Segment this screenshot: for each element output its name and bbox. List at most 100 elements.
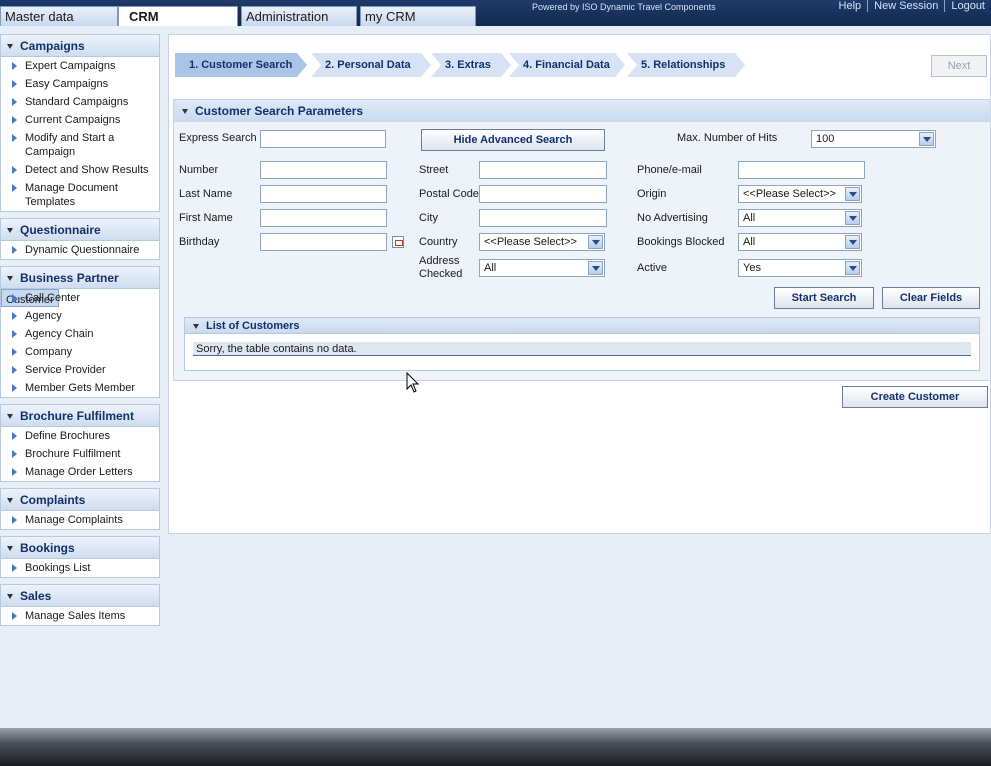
wizard-step-customer-search[interactable]: 1. Customer Search bbox=[175, 53, 307, 77]
arrow-right-icon bbox=[12, 294, 17, 302]
chevron-down-icon bbox=[845, 261, 860, 275]
customer-list-header[interactable]: List of Customers bbox=[185, 318, 979, 334]
birthday-input[interactable] bbox=[260, 233, 387, 251]
hide-advanced-search-button[interactable]: Hide Advanced Search bbox=[421, 129, 605, 151]
panel-header[interactable]: Customer Search Parameters bbox=[174, 100, 990, 122]
customer-search-panel: Customer Search Parameters Express Searc… bbox=[173, 99, 991, 381]
next-button[interactable]: Next bbox=[931, 55, 987, 77]
arrow-right-icon bbox=[12, 134, 17, 142]
collapse-arrow-icon bbox=[193, 323, 199, 329]
origin-label: Origin bbox=[637, 188, 667, 200]
sidebar-section-header[interactable]: Questionnaire bbox=[1, 219, 159, 241]
sidebar-item-define-brochures[interactable]: Define Brochures bbox=[1, 427, 159, 445]
first-name-input[interactable] bbox=[260, 209, 387, 227]
active-select[interactable]: Yes bbox=[738, 259, 862, 277]
chevron-down-icon bbox=[845, 187, 860, 201]
street-input[interactable] bbox=[479, 161, 607, 179]
sidebar-section-header[interactable]: Campaigns bbox=[1, 35, 159, 57]
top-nav-bar: Master data CRM Administration my CRM Po… bbox=[0, 0, 991, 26]
postal-code-input[interactable] bbox=[479, 185, 607, 203]
arrow-right-icon bbox=[12, 98, 17, 106]
create-customer-button[interactable]: Create Customer bbox=[842, 386, 988, 408]
number-input[interactable] bbox=[260, 161, 387, 179]
last-name-input[interactable] bbox=[260, 185, 387, 203]
express-search-input[interactable] bbox=[260, 130, 386, 148]
sidebar-item-bookings-list[interactable]: Bookings List bbox=[1, 559, 159, 577]
sidebar-item-easy-campaigns[interactable]: Easy Campaigns bbox=[1, 75, 159, 93]
phone-email-label: Phone/e-mail bbox=[637, 164, 702, 176]
powered-by-text: Powered by ISO Dynamic Travel Components bbox=[532, 2, 716, 12]
wizard-step-personal-data[interactable]: 2. Personal Data bbox=[311, 53, 431, 77]
sidebar-item-brochure-fulfilment[interactable]: Brochure Fulfilment bbox=[1, 445, 159, 463]
sidebar-item-dynamic-questionnaire[interactable]: Dynamic Questionnaire bbox=[1, 241, 159, 259]
country-select[interactable]: <<Please Select>> bbox=[479, 233, 605, 251]
sidebar-section-complaints: Complaints Manage Complaints bbox=[0, 488, 160, 530]
city-input[interactable] bbox=[479, 209, 607, 227]
sidebar-item-expert-campaigns[interactable]: Expert Campaigns bbox=[1, 57, 159, 75]
sidebar-item-current-campaigns[interactable]: Current Campaigns bbox=[1, 111, 159, 129]
sidebar-item-manage-order-letters[interactable]: Manage Order Letters bbox=[1, 463, 159, 481]
sidebar-section-header[interactable]: Business Partner bbox=[1, 267, 159, 289]
postal-code-label: Postal Code bbox=[419, 188, 479, 200]
sidebar-item-modify-start-campaign[interactable]: Modify and Start a Campaign bbox=[1, 129, 159, 161]
origin-select[interactable]: <<Please Select>> bbox=[738, 185, 862, 203]
last-name-label: Last Name bbox=[179, 188, 233, 200]
bottom-bar bbox=[0, 728, 991, 766]
sidebar-item-service-provider[interactable]: Service Provider bbox=[1, 361, 159, 379]
collapse-arrow-icon bbox=[7, 594, 13, 600]
sidebar-item-call-center[interactable]: Call Center bbox=[1, 289, 159, 307]
collapse-arrow-icon bbox=[7, 44, 13, 50]
arrow-right-icon bbox=[12, 468, 17, 476]
sidebar-item-manage-sales-items[interactable]: Manage Sales Items bbox=[1, 607, 159, 625]
start-search-button[interactable]: Start Search bbox=[774, 287, 874, 309]
birthday-label: Birthday bbox=[179, 236, 220, 248]
sidebar-item-detect-show-results[interactable]: Detect and Show Results bbox=[1, 161, 159, 179]
sidebar-item-agency-chain[interactable]: Agency Chain bbox=[1, 325, 159, 343]
sidebar-section-header[interactable]: Sales bbox=[1, 585, 159, 607]
sidebar-item-agency[interactable]: Agency bbox=[1, 307, 159, 325]
logout-link[interactable]: Logout bbox=[944, 0, 991, 12]
sidebar-section-header[interactable]: Brochure Fulfilment bbox=[1, 405, 159, 427]
sidebar-item-standard-campaigns[interactable]: Standard Campaigns bbox=[1, 93, 159, 111]
sidebar: Campaigns Expert Campaigns Easy Campaign… bbox=[0, 34, 160, 632]
arrow-right-icon bbox=[12, 366, 17, 374]
calendar-icon[interactable] bbox=[392, 236, 404, 248]
collapse-arrow-icon bbox=[182, 109, 188, 115]
wizard-step-financial-data[interactable]: 4. Financial Data bbox=[509, 53, 625, 77]
sidebar-section-sales: Sales Manage Sales Items bbox=[0, 584, 160, 626]
sidebar-item-company[interactable]: Company bbox=[1, 343, 159, 361]
tab-my-crm[interactable]: my CRM bbox=[360, 6, 476, 26]
chevron-down-icon bbox=[845, 211, 860, 225]
sidebar-section-campaigns: Campaigns Expert Campaigns Easy Campaign… bbox=[0, 34, 160, 212]
sidebar-item-member-gets-member[interactable]: Member Gets Member bbox=[1, 379, 159, 397]
sidebar-section-business-partner: Business Partner Customer Call Center Ag… bbox=[0, 266, 160, 398]
chevron-down-icon bbox=[588, 261, 603, 275]
sidebar-item-manage-document-templates[interactable]: Manage Document Templates bbox=[1, 179, 159, 211]
active-label: Active bbox=[637, 262, 667, 274]
help-link[interactable]: Help bbox=[833, 0, 868, 12]
new-session-link[interactable]: New Session bbox=[867, 0, 944, 12]
wizard-step-extras[interactable]: 3. Extras bbox=[431, 53, 511, 77]
street-label: Street bbox=[419, 164, 449, 176]
arrow-right-icon bbox=[12, 116, 17, 124]
sidebar-section-header[interactable]: Complaints bbox=[1, 489, 159, 511]
max-hits-select[interactable]: 100 bbox=[811, 130, 936, 148]
tab-crm[interactable]: CRM bbox=[118, 6, 238, 26]
chevron-down-icon bbox=[845, 235, 860, 249]
arrow-right-icon bbox=[12, 564, 17, 572]
tab-administration[interactable]: Administration bbox=[241, 6, 357, 26]
tab-master-data[interactable]: Master data bbox=[0, 6, 118, 26]
address-checked-select[interactable]: All bbox=[479, 259, 605, 277]
phone-email-input[interactable] bbox=[738, 161, 865, 179]
wizard-step-relationships[interactable]: 5. Relationships bbox=[627, 53, 745, 77]
collapse-arrow-icon bbox=[7, 546, 13, 552]
sidebar-item-manage-complaints[interactable]: Manage Complaints bbox=[1, 511, 159, 529]
clear-fields-button[interactable]: Clear Fields bbox=[882, 287, 980, 309]
no-advertising-select[interactable]: All bbox=[738, 209, 862, 227]
no-advertising-label: No Advertising bbox=[637, 212, 708, 224]
collapse-arrow-icon bbox=[7, 414, 13, 420]
bookings-blocked-select[interactable]: All bbox=[738, 233, 862, 251]
arrow-right-icon bbox=[12, 384, 17, 392]
sidebar-section-header[interactable]: Bookings bbox=[1, 537, 159, 559]
address-checked-label: Address Checked bbox=[419, 255, 463, 280]
